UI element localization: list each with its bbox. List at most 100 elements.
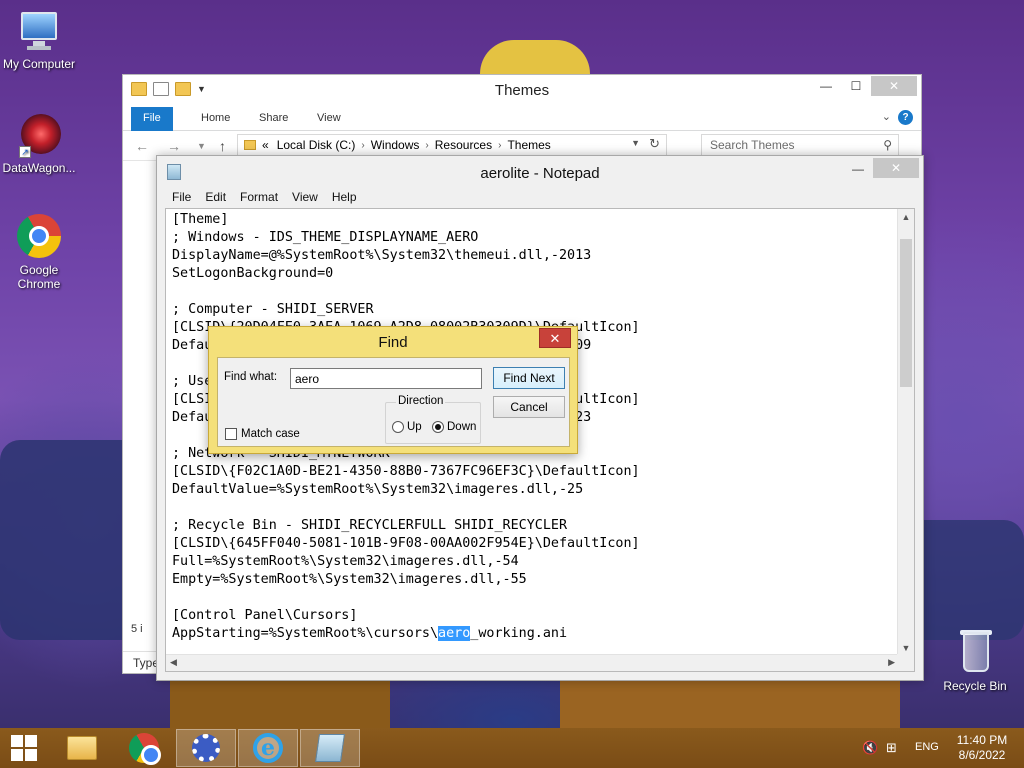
radio-selected-icon xyxy=(432,421,444,433)
desktop-icon-label: My Computer xyxy=(2,57,76,71)
desktop-icon-google-chrome[interactable]: Google Chrome xyxy=(0,214,80,291)
editor-line: Full=%SystemRoot%\System32\imageres.dll,… xyxy=(172,554,519,569)
find-dialog[interactable]: Find ✕ Find what: Find Next Cancel Direc… xyxy=(208,326,578,454)
down-label: Down xyxy=(447,421,477,433)
menu-bar: File Edit Format View Help xyxy=(157,188,923,208)
search-placeholder: Search Themes xyxy=(710,138,795,152)
wallpaper-floor-mid xyxy=(560,680,900,728)
direction-group: Direction Up Down xyxy=(385,395,481,444)
cancel-button[interactable]: Cancel xyxy=(493,396,565,418)
find-dialog-titlebar[interactable]: Find ✕ xyxy=(209,327,577,356)
scroll-up-icon[interactable]: ▲ xyxy=(898,212,914,222)
breadcrumb-local-disk[interactable]: Local Disk (C:) xyxy=(277,138,356,152)
items-count-partial: 5 i xyxy=(131,623,143,635)
scroll-right-icon[interactable]: ▶ xyxy=(888,657,895,668)
tab-share[interactable]: Share xyxy=(247,107,300,131)
address-bar[interactable]: « Local Disk (C:) › Windows › Resources … xyxy=(237,134,667,156)
desktop-icon-datawagon[interactable]: ↗ DataWagon... xyxy=(0,112,80,175)
desktop-icon-recycle-bin[interactable]: Recycle Bin xyxy=(934,630,1016,693)
recent-locations-icon[interactable]: ▼ xyxy=(197,141,206,151)
direction-label: Direction xyxy=(396,395,446,407)
chrome-icon xyxy=(15,214,63,260)
taskbar-file-explorer[interactable] xyxy=(52,729,112,767)
checkbox-unchecked-icon xyxy=(225,428,237,440)
direction-up-radio[interactable]: Up xyxy=(392,421,422,433)
vertical-scrollbar[interactable]: ▲ ▼ xyxy=(897,209,914,656)
horizontal-scrollbar[interactable]: ◀ ▶ xyxy=(166,654,899,671)
chevron-right-icon[interactable]: › xyxy=(498,140,501,151)
clock-date: 8/6/2022 xyxy=(958,748,1006,762)
up-label: Up xyxy=(407,421,422,433)
menu-format[interactable]: Format xyxy=(233,188,285,208)
search-input[interactable]: Search Themes ⚲ xyxy=(701,134,899,156)
desktop-icon-label: Google Chrome xyxy=(17,263,61,291)
menu-file[interactable]: File xyxy=(165,188,198,208)
window-title: Themes xyxy=(494,82,550,99)
tab-file[interactable]: File xyxy=(131,107,173,131)
computer-icon xyxy=(15,8,63,54)
find-next-button[interactable]: Find Next xyxy=(493,367,565,389)
editor-line: [CLSID\{F02C1A0D-BE21-4350-88B0-7367FC96… xyxy=(172,464,640,479)
back-arrow-icon[interactable]: ← xyxy=(135,138,149,154)
taskbar-control-panel[interactable] xyxy=(176,729,236,767)
tab-home[interactable]: Home xyxy=(189,107,242,131)
language-indicator[interactable]: ENG xyxy=(915,741,939,753)
start-button[interactable] xyxy=(0,729,48,767)
editor-line: ; Windows - IDS_THEME_DISPLAYNAME_AERO xyxy=(172,230,479,245)
taskbar-notepad[interactable] xyxy=(300,729,360,767)
direction-down-radio[interactable]: Down xyxy=(432,421,476,433)
breadcrumb-windows[interactable]: Windows xyxy=(371,138,420,152)
editor-line: SetLogonBackground=0 xyxy=(172,266,334,281)
match-case-checkbox[interactable]: Match case xyxy=(225,428,300,440)
folder-icon xyxy=(244,140,256,150)
chevron-right-icon[interactable]: › xyxy=(425,140,428,151)
menu-help[interactable]: Help xyxy=(325,188,364,208)
help-icon[interactable]: ? xyxy=(898,110,913,125)
explorer-titlebar[interactable]: ▼ Themes — ☐ ✕ xyxy=(123,75,921,105)
find-dialog-body: Find what: Find Next Cancel Direction Up… xyxy=(217,357,570,447)
menu-edit[interactable]: Edit xyxy=(198,188,233,208)
clock[interactable]: 11:40 PM 8/6/2022 xyxy=(952,733,1012,763)
desktop-icon-label: DataWagon... xyxy=(2,161,76,175)
up-arrow-icon[interactable]: ↑ xyxy=(219,138,226,154)
network-icon[interactable]: ⊞ xyxy=(886,740,897,756)
address-overflow[interactable]: « xyxy=(262,138,269,152)
wallpaper-floor-left xyxy=(170,680,390,728)
chevron-down-icon[interactable]: ▼ xyxy=(631,138,640,148)
refresh-icon[interactable]: ↻ xyxy=(649,136,660,152)
file-explorer-icon xyxy=(67,736,97,760)
taskbar-internet-explorer[interactable]: e xyxy=(238,729,298,767)
editor-line: ; Recycle Bin - SHIDI_RECYCLERFULL SHIDI… xyxy=(172,518,568,533)
chrome-icon xyxy=(129,733,161,765)
scroll-thumb[interactable] xyxy=(900,239,912,387)
tab-view[interactable]: View xyxy=(305,107,353,131)
notepad-titlebar[interactable]: aerolite - Notepad — ☐ ✕ xyxy=(157,156,923,188)
line-text: AppStarting=%SystemRoot%\cursors\ xyxy=(172,626,439,641)
desktop-icon-label: Recycle Bin xyxy=(943,679,1007,693)
forward-arrow-icon[interactable]: → xyxy=(167,138,181,154)
breadcrumb-resources[interactable]: Resources xyxy=(435,138,492,152)
editor-line: [Control Panel\Cursors] xyxy=(172,608,358,623)
shortcut-arrow-icon: ↗ xyxy=(19,146,31,158)
scroll-left-icon[interactable]: ◀ xyxy=(170,657,177,668)
menu-view[interactable]: View xyxy=(285,188,325,208)
scroll-corner xyxy=(897,654,914,671)
maximize-button[interactable]: ☐ xyxy=(843,76,869,96)
volume-muted-icon[interactable]: 🔇 xyxy=(862,740,878,756)
minimize-button[interactable]: — xyxy=(845,159,871,179)
chevron-right-icon[interactable]: › xyxy=(361,140,364,151)
selected-text: aero xyxy=(438,626,471,641)
window-title: aerolite - Notepad xyxy=(480,165,600,182)
close-button[interactable]: ✕ xyxy=(539,328,571,348)
editor-line: ; Computer - SHIDI_SERVER xyxy=(172,302,374,317)
find-what-input[interactable] xyxy=(290,368,482,389)
close-button[interactable]: ✕ xyxy=(871,76,917,96)
scroll-down-icon[interactable]: ▼ xyxy=(898,643,914,653)
windows-logo-icon xyxy=(11,735,37,761)
breadcrumb-themes[interactable]: Themes xyxy=(507,138,550,152)
close-button[interactable]: ✕ xyxy=(873,158,919,178)
chevron-down-icon[interactable]: ⌄ xyxy=(882,110,891,123)
desktop-icon-my-computer[interactable]: My Computer xyxy=(0,8,80,71)
taskbar-chrome[interactable] xyxy=(114,729,174,767)
minimize-button[interactable]: — xyxy=(813,76,839,96)
